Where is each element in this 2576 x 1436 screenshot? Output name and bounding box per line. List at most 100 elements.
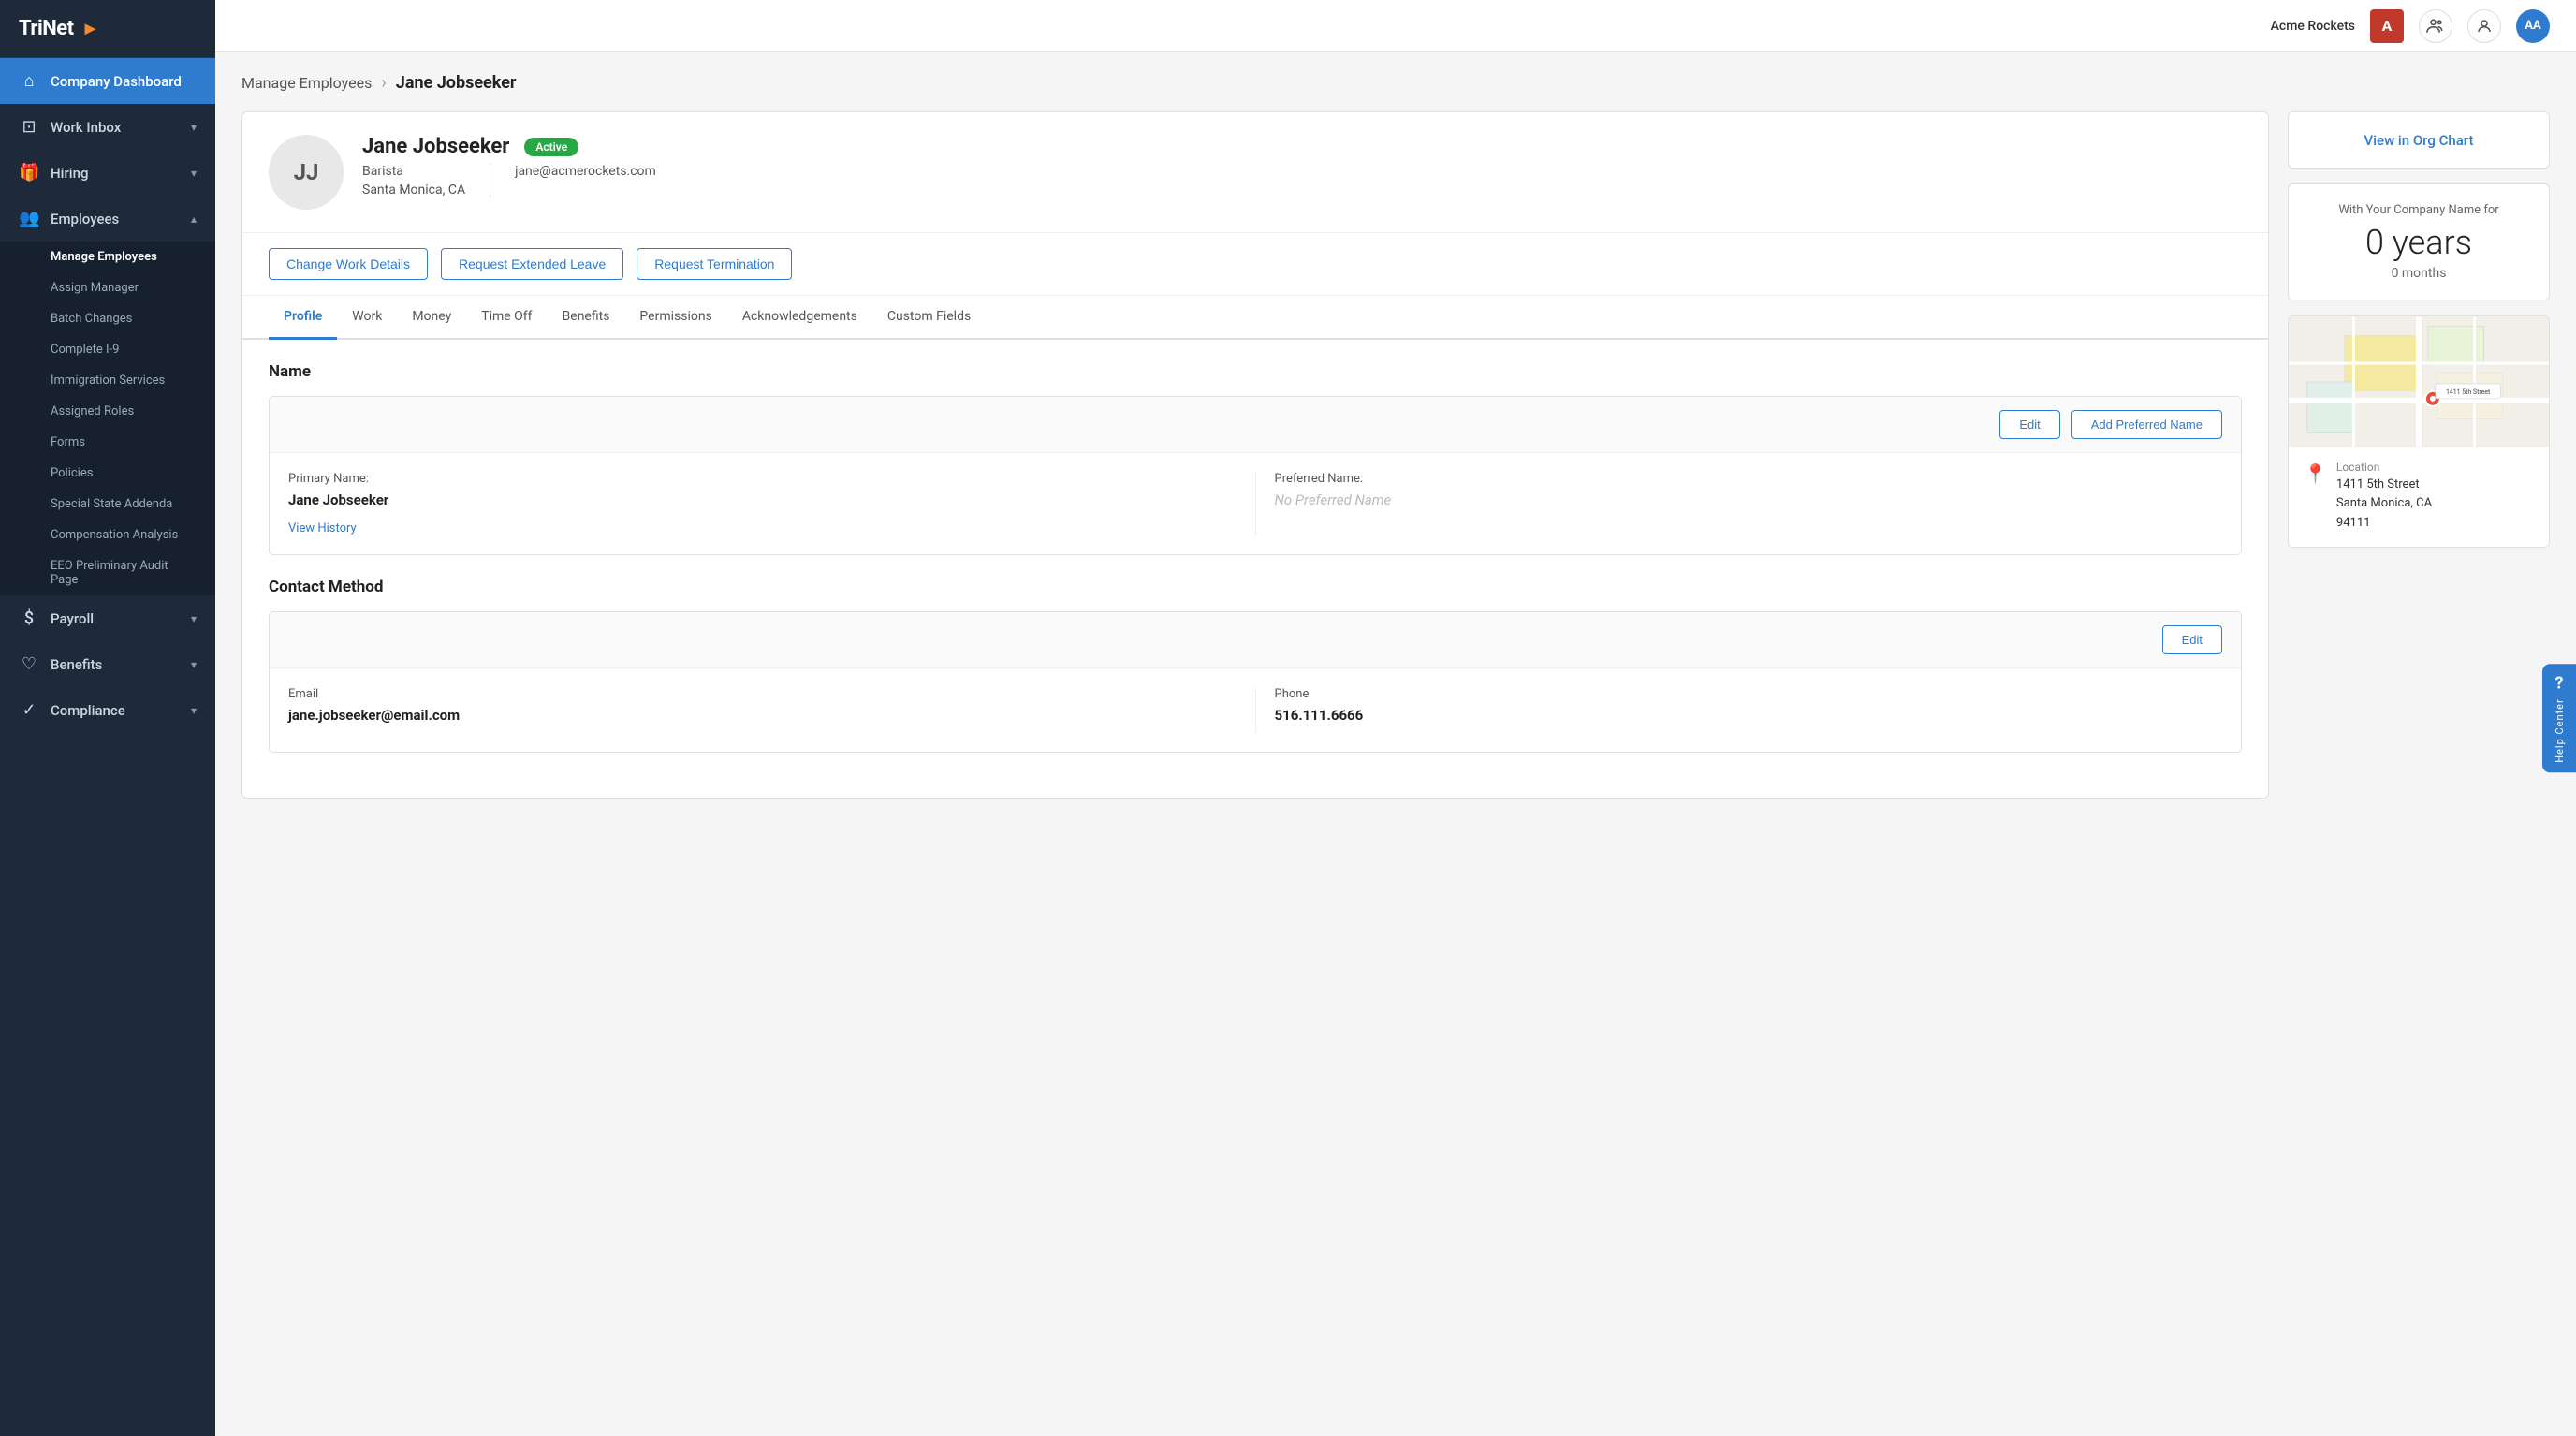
sidebar-label-benefits: Benefits [51, 656, 102, 673]
phone-label: Phone [1275, 687, 2223, 701]
subnav-batch-changes[interactable]: Batch Changes [0, 303, 215, 334]
email-value: jane.jobseeker@email.com [288, 707, 1237, 724]
sidebar-label-company-dashboard: Company Dashboard [51, 73, 182, 90]
chevron-down-icon: ▾ [191, 658, 197, 671]
employee-info: Jane Jobseeker Active Barista Santa Moni… [362, 135, 2242, 198]
employee-name: Jane Jobseeker [362, 135, 509, 158]
location-address: 1411 5th Street Santa Monica, CA 94111 [2336, 476, 2432, 534]
contact-section-header: Edit [270, 612, 2241, 668]
tab-money[interactable]: Money [397, 296, 466, 340]
location-pin-icon: 📍 [2304, 462, 2327, 485]
phone-value: 516.111.6666 [1275, 707, 2223, 724]
employee-panel: JJ Jane Jobseeker Active Barista Santa M… [242, 111, 2269, 799]
location-details: Location 1411 5th Street Santa Monica, C… [2336, 461, 2432, 534]
help-center-label: Help Center [2554, 698, 2566, 763]
change-work-details-button[interactable]: Change Work Details [269, 248, 428, 280]
breadcrumb-parent[interactable]: Manage Employees [242, 74, 372, 92]
compliance-icon: ✓ [19, 700, 39, 720]
name-section-title: Name [269, 362, 2242, 381]
request-termination-button[interactable]: Request Termination [637, 248, 792, 280]
map-area: 1411 5th Street [2289, 316, 2549, 447]
sidebar-label-payroll: Payroll [51, 610, 94, 627]
sidebar-item-company-dashboard[interactable]: ⌂ Company Dashboard [0, 58, 215, 104]
subnav-assigned-roles[interactable]: Assigned Roles [0, 396, 215, 427]
tab-permissions[interactable]: Permissions [624, 296, 726, 340]
subnav-eeo-audit[interactable]: EEO Preliminary Audit Page [0, 550, 215, 595]
chevron-down-icon: ▾ [191, 612, 197, 625]
contact-section-block: Edit Email jane.jobseeker@email.com Phon… [269, 611, 2242, 753]
profile-tab-content: Name Edit Add Preferred Name Primary Nam… [242, 340, 2268, 798]
org-chart-link[interactable]: View in Org Chart [2364, 132, 2474, 149]
subnav-assign-manager[interactable]: Assign Manager [0, 272, 215, 303]
logo-arrow: ► [81, 17, 100, 40]
page-layout: JJ Jane Jobseeker Active Barista Santa M… [242, 111, 2550, 799]
sidebar-logo: TriNet ► [0, 0, 215, 58]
preferred-name-col: Preferred Name: No Preferred Name [1255, 472, 2223, 535]
user-icon-button[interactable] [2467, 9, 2501, 43]
tab-profile[interactable]: Profile [269, 296, 337, 340]
subnav-compensation-analysis[interactable]: Compensation Analysis [0, 520, 215, 550]
main-content: Acme Rockets A AA Manage Employees › Jan… [215, 0, 2576, 1436]
hiring-icon: 🎁 [19, 163, 39, 183]
contact-section-body: Email jane.jobseeker@email.com Phone 516… [270, 668, 2241, 752]
add-preferred-name-button[interactable]: Add Preferred Name [2071, 410, 2222, 439]
sidebar-item-hiring[interactable]: 🎁 Hiring ▾ [0, 150, 215, 196]
employees-subnav: Manage Employees Assign Manager Batch Ch… [0, 242, 215, 595]
employee-location: Santa Monica, CA [362, 183, 465, 198]
breadcrumb: Manage Employees › Jane Jobseeker [242, 73, 2550, 93]
preferred-name-label: Preferred Name: [1275, 472, 2223, 486]
page-content: Manage Employees › Jane Jobseeker JJ Jan… [215, 52, 2576, 1436]
employee-email: jane@acmerockets.com [515, 164, 656, 179]
tenure-label: With Your Company Name for [2307, 203, 2530, 217]
status-badge: Active [524, 138, 578, 156]
subnav-immigration-services[interactable]: Immigration Services [0, 365, 215, 396]
tenure-years: 0 years [2307, 225, 2530, 262]
view-history-link[interactable]: View History [288, 521, 357, 535]
location-card: 1411 5th Street 📍 Location 1411 5th Stre… [2288, 315, 2550, 548]
primary-name-label: Primary Name: [288, 472, 1237, 486]
subnav-policies[interactable]: Policies [0, 458, 215, 489]
home-icon: ⌂ [19, 71, 39, 91]
map-svg: 1411 5th Street [2289, 316, 2549, 447]
subnav-complete-i9[interactable]: Complete I-9 [0, 334, 215, 365]
help-center-button[interactable]: ? Help Center [2542, 664, 2576, 772]
action-buttons: Change Work Details Request Extended Lea… [242, 233, 2268, 296]
employee-title: Barista [362, 164, 465, 179]
sidebar: TriNet ► ⌂ Company Dashboard ⊡ Work Inbo… [0, 0, 215, 1436]
logo-text: TriNet [19, 17, 74, 40]
right-panel: View in Org Chart With Your Company Name… [2288, 111, 2550, 799]
preferred-name-value: No Preferred Name [1275, 491, 2223, 508]
tab-work[interactable]: Work [337, 296, 397, 340]
tab-custom-fields[interactable]: Custom Fields [872, 296, 986, 340]
location-info: 📍 Location 1411 5th Street Santa Monica,… [2289, 447, 2549, 547]
subnav-manage-employees[interactable]: Manage Employees [0, 242, 215, 272]
request-extended-leave-button[interactable]: Request Extended Leave [441, 248, 623, 280]
company-badge: A [2370, 9, 2404, 43]
primary-name-col: Primary Name: Jane Jobseeker View Histor… [288, 472, 1255, 535]
tab-acknowledgements[interactable]: Acknowledgements [727, 296, 872, 340]
subnav-special-state-addenda[interactable]: Special State Addenda [0, 489, 215, 520]
sidebar-item-employees[interactable]: 👥 Employees ▴ [0, 196, 215, 242]
contact-section-title: Contact Method [269, 578, 2242, 596]
sidebar-label-compliance: Compliance [51, 702, 125, 719]
contact-edit-button[interactable]: Edit [2162, 625, 2222, 654]
sidebar-item-compliance[interactable]: ✓ Compliance ▾ [0, 687, 215, 733]
tab-time-off[interactable]: Time Off [466, 296, 547, 340]
employee-name-row: Jane Jobseeker Active [362, 135, 2242, 158]
inbox-icon: ⊡ [19, 117, 39, 137]
name-section-body: Primary Name: Jane Jobseeker View Histor… [270, 453, 2241, 554]
name-section-block: Edit Add Preferred Name Primary Name: Ja… [269, 396, 2242, 555]
tab-benefits[interactable]: Benefits [548, 296, 625, 340]
org-chart-card: View in Org Chart [2288, 111, 2550, 169]
employees-icon: 👥 [19, 209, 39, 228]
sidebar-item-payroll[interactable]: $ Payroll ▾ [0, 595, 215, 641]
breadcrumb-current: Jane Jobseeker [396, 73, 517, 93]
team-icon-button[interactable] [2419, 9, 2452, 43]
sidebar-label-hiring: Hiring [51, 165, 88, 182]
sidebar-item-benefits[interactable]: ♡ Benefits ▾ [0, 641, 215, 687]
user-avatar[interactable]: AA [2516, 9, 2550, 43]
sidebar-item-work-inbox[interactable]: ⊡ Work Inbox ▾ [0, 104, 215, 150]
subnav-forms[interactable]: Forms [0, 427, 215, 458]
topbar: Acme Rockets A AA [215, 0, 2576, 52]
name-edit-button[interactable]: Edit [1999, 410, 2059, 439]
